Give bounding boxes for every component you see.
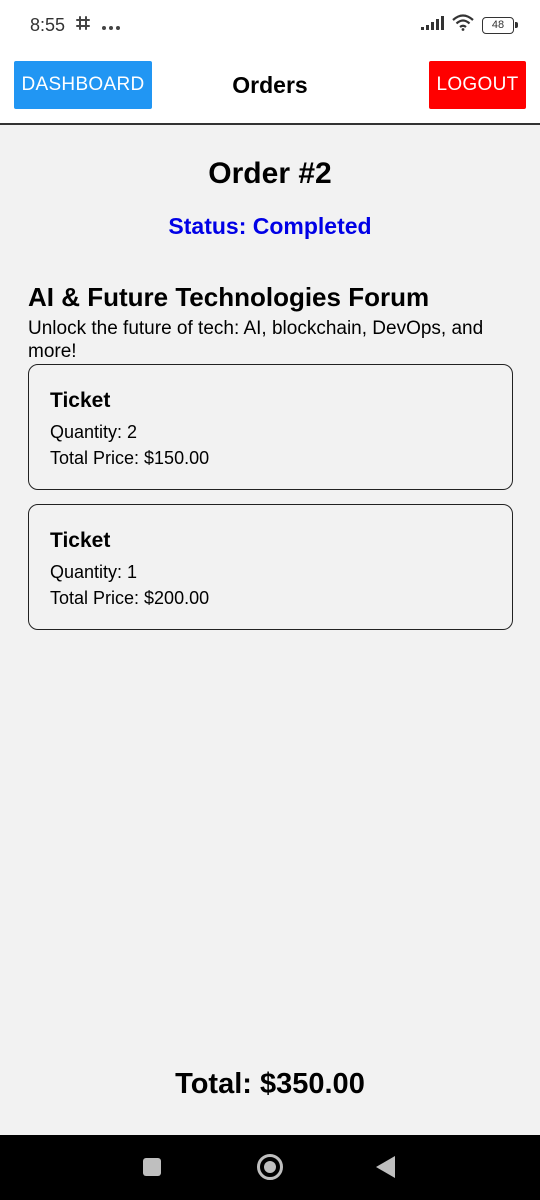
- dashboard-button[interactable]: DASHBOARD: [14, 61, 152, 109]
- logout-button[interactable]: LOGOUT: [429, 61, 526, 109]
- status-bar: 8:55 48: [0, 0, 540, 50]
- order-title: Order #2: [208, 157, 332, 190]
- ticket-card: Ticket Quantity: 1 Total Price: $200.00: [28, 504, 513, 630]
- ticket-quantity: Quantity: 2: [50, 422, 138, 442]
- screen: 8:55 48 DASHBOARD Orders LOGOUT Order #2…: [0, 0, 540, 1200]
- status-left: 8:55: [30, 15, 121, 36]
- ticket-name: Ticket: [50, 389, 111, 412]
- back-triangle-icon[interactable]: [376, 1156, 395, 1178]
- slack-icon: [75, 15, 91, 36]
- ticket-quantity: Quantity: 1: [50, 562, 138, 582]
- order-grand-total: Total: $350.00: [175, 1068, 365, 1100]
- navigation-bar: [0, 1135, 540, 1200]
- home-circle-icon[interactable]: [257, 1154, 283, 1180]
- ticket-card: Ticket Quantity: 2 Total Price: $150.00: [28, 364, 513, 490]
- status-time: 8:55: [30, 14, 66, 35]
- recents-square-icon[interactable]: [143, 1158, 161, 1176]
- event-name: AI & Future Technologies Forum: [28, 282, 430, 312]
- event-description: Unlock the future of tech: AI, blockchai…: [28, 318, 484, 362]
- order-status: Status: Completed: [168, 213, 372, 239]
- ticket-total-price: Total Price: $200.00: [50, 588, 210, 608]
- status-right: 48: [420, 14, 518, 36]
- app-header: DASHBOARD Orders LOGOUT: [0, 50, 540, 125]
- signal-icon: [420, 15, 444, 36]
- more-dots-icon: [101, 15, 121, 36]
- ticket-total-price: Total Price: $150.00: [50, 448, 210, 468]
- ticket-name: Ticket: [50, 529, 111, 552]
- battery-icon: 48: [482, 16, 518, 34]
- wifi-icon: [452, 14, 474, 36]
